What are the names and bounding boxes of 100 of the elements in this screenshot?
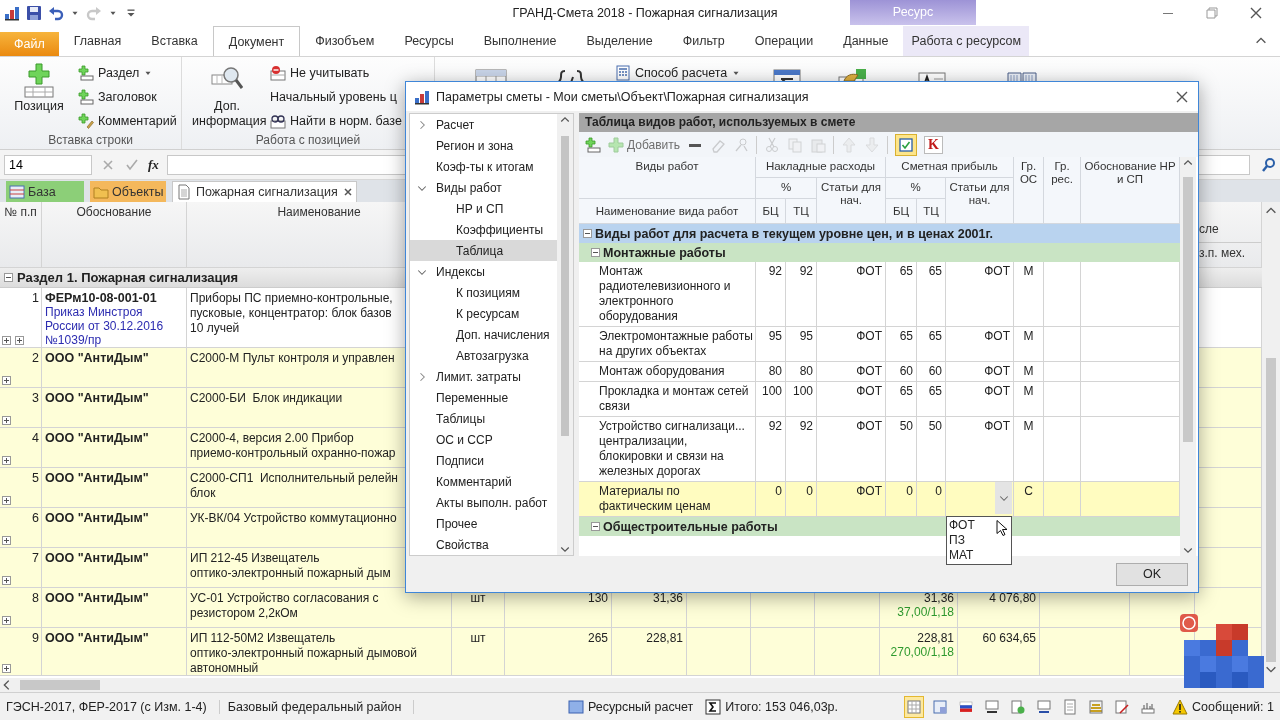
basis-code: ООО "АнтиДым" <box>45 391 150 405</box>
group-title: Монтажные работы <box>603 245 726 260</box>
table-cell: ФОТ <box>984 364 1010 378</box>
table-cell: 4 076,80 <box>989 591 1036 605</box>
table-cell: 31,36 <box>923 591 954 605</box>
ribbon-group-label: Работа с позицией <box>254 133 362 149</box>
section-title: Раздел 1. Пожарная сигнализация <box>17 270 239 285</box>
table-cell: ФОТ <box>984 264 1010 278</box>
table-cell: 100 <box>792 384 813 398</box>
basis-code: ООО "АнтиДым" <box>45 631 150 645</box>
group-title: Виды работ для расчета в текущем уровне цен, и в ценах 2001г. <box>595 226 993 241</box>
column-header: Сметная прибыль <box>886 157 1014 178</box>
table-cell: 92 <box>799 264 813 278</box>
item-name: УК-ВК/04 Устройство коммутационно <box>190 511 397 526</box>
ribbon-group-label: Вставка строки <box>47 133 134 149</box>
table-cell: С <box>1024 484 1033 498</box>
work-type-name: Электромонтажные работы на других объектах <box>599 329 753 358</box>
table-cell: ФОТ <box>856 384 882 398</box>
window-title: ГРАНД-Смета 2018 - Пожарная сигнализация <box>512 5 778 20</box>
column-header: № п.п <box>4 205 37 219</box>
table-cell: 60 <box>928 364 942 378</box>
table-cell: 0 <box>775 484 782 498</box>
table-cell: ФОТ <box>984 419 1010 433</box>
row-number: 2 <box>32 351 39 365</box>
table-cell: ФОТ <box>856 329 882 343</box>
work-type-name: Устройство сигнализаци... централизации, блокировки и связи на железных дорогах <box>599 419 745 478</box>
item-name: УС-01 Устройство согласования с резистором 2,2кОм <box>190 591 379 621</box>
basis-code: ООО "АнтиДым" <box>45 351 150 365</box>
item-name: ИП 212-45 Извещатель оптико-электронный пожарный дым <box>190 551 391 581</box>
row-number: 8 <box>32 591 39 605</box>
item-name: С2000-М Пульт контроля и управлен <box>190 351 395 366</box>
norm-base-label: ГЭСН-2017, ФЕР-2017 (с Изм. 1-4) <box>6 699 220 714</box>
table-cell: 95 <box>768 329 782 343</box>
basis-code: ООО "АнтиДым" <box>45 591 150 605</box>
table-cell: 80 <box>768 364 782 378</box>
table-cell: 0 <box>935 484 942 498</box>
table-cell: 65 <box>899 329 913 343</box>
price-index-note: 270,00/1,18 <box>890 645 954 659</box>
work-type-name: Монтаж радиотелевизионного и электронного оборудования <box>599 264 731 323</box>
item-name: С2000-СП1 Исполнительный релейн блок <box>190 471 398 501</box>
table-cell: М <box>1023 329 1034 343</box>
basis-code: ООО "АнтиДым" <box>45 431 150 445</box>
table-cell: М <box>1023 419 1034 433</box>
table-cell: шт <box>470 631 486 645</box>
price-index-note: 37,00/1,18 <box>897 605 954 619</box>
table-cell: ФОТ <box>856 264 882 278</box>
panel-title: Таблица видов работ, используемых в смете <box>579 113 1198 132</box>
row-number: 5 <box>32 471 39 485</box>
table-cell: 0 <box>806 484 813 498</box>
table-cell: 50 <box>899 419 913 433</box>
table-cell: ФОТ <box>984 329 1010 343</box>
basis-note: Приказ Минстроя России от 30.12.2016 №1039/пр <box>45 305 165 347</box>
item-name: Приборы ПС приемно-контрольные, пусковые, концентратор: блок базов 10 лучей <box>190 291 393 336</box>
column-header: % <box>886 178 946 199</box>
work-type-name: Прокладка и монтаж сетей связи <box>599 384 749 413</box>
table-cell: 228,81 <box>917 631 954 645</box>
group-title: Общестроительные работы <box>603 519 778 534</box>
table-cell: шт <box>470 591 486 605</box>
table-cell: 60 <box>899 364 913 378</box>
work-type-name: Материалы по фактическим ценам <box>599 484 711 513</box>
basis-code: ООО "АнтиДым" <box>45 551 150 565</box>
table-cell: 65 <box>928 264 942 278</box>
row-number: 9 <box>32 631 39 645</box>
basis-code: ООО "АнтиДым" <box>45 511 150 525</box>
item-name: С2000-4, версия 2.00 Прибор приемо-контрольный охранно-пожар <box>190 431 396 461</box>
table-cell: 50 <box>928 419 942 433</box>
column-header: % <box>756 178 817 199</box>
table-cell: 65 <box>928 384 942 398</box>
table-cell: 92 <box>768 264 782 278</box>
row-number: 6 <box>32 511 39 525</box>
table-cell: М <box>1023 364 1034 378</box>
table-cell: 92 <box>799 419 813 433</box>
row-number: 3 <box>32 391 39 405</box>
table-cell: 0 <box>906 484 913 498</box>
table-cell: М <box>1023 384 1034 398</box>
basis-code: ФЕРм10-08-001-01 <box>45 291 158 305</box>
column-header: Обоснование <box>76 205 152 219</box>
table-cell: М <box>1023 264 1034 278</box>
table-cell: 265 <box>587 631 608 645</box>
region-label: Базовый федеральный район <box>227 699 415 714</box>
table-cell: 228,81 <box>646 631 683 645</box>
table-cell: ФОТ <box>856 484 882 498</box>
table-cell: 100 <box>761 384 782 398</box>
table-cell: 65 <box>928 329 942 343</box>
column-header: сле <box>1199 222 1219 238</box>
row-number: 7 <box>32 551 39 565</box>
table-cell: 31,36 <box>652 591 683 605</box>
row-number: 4 <box>32 431 39 445</box>
column-header: Виды работ <box>579 157 756 199</box>
column-header: Наименование <box>277 205 361 219</box>
table-cell: 60 634,65 <box>982 631 1036 645</box>
table-cell: 130 <box>587 591 608 605</box>
dialog-title: Параметры сметы - Мои сметы\Объект\Пожарная сигнализация <box>436 89 809 104</box>
basis-code: ООО "АнтиДым" <box>45 471 150 485</box>
column-header: Накладные расходы <box>756 157 886 178</box>
item-name: ИП 112-50М2 Извещатель оптико-электронный пожарный дымовой автономный <box>190 631 417 675</box>
table-cell: ФОТ <box>856 419 882 433</box>
table-cell: 92 <box>768 419 782 433</box>
item-name: С2000-БИ Блок индикации <box>190 391 343 406</box>
table-cell: ФОТ <box>984 384 1010 398</box>
